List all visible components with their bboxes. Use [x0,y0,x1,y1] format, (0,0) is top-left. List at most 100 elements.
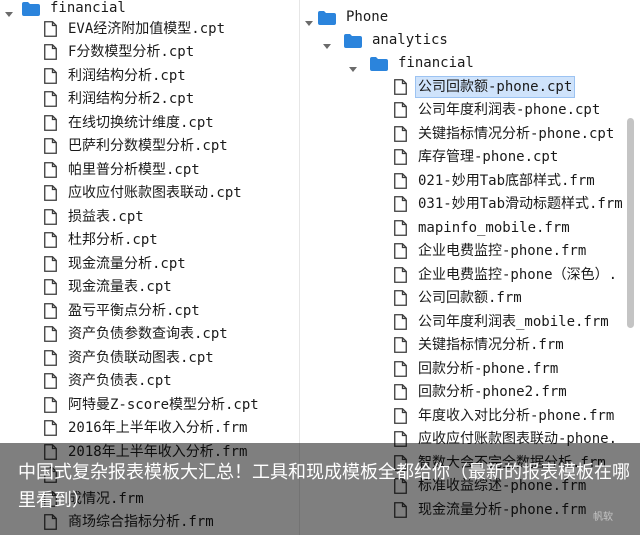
file-label: 021-妙用Tab底部样式.frm [418,172,595,189]
file-label: 阿特曼Z-score模型分析.cpt [68,396,259,413]
tree-file-item[interactable]: 企业电费监控-phone（深色）. [300,263,619,286]
file-icon [44,91,57,107]
file-label: 利润结构分析2.cpt [68,91,195,107]
file-label: 公司年度利润表-phone.cpt [418,102,601,118]
folder-icon [318,10,336,25]
file-icon [394,78,407,95]
file-label: 应收应付账款图表联动.cpt [68,185,242,201]
file-label: 关键指标情况分析-phone.cpt [418,125,615,142]
file-icon [394,243,407,259]
file-label: 库存管理-phone.cpt [418,149,559,165]
tree-file-item[interactable]: 031-妙用Tab滑动标题样式.frm [300,193,625,216]
file-icon [394,384,407,400]
chevron-down-icon[interactable] [304,13,314,26]
tree-file-item[interactable]: 关键指标情况分析.frm [300,334,566,357]
file-label: 资产负债参数查询表.cpt [68,326,228,342]
tree-file-item[interactable]: 企业电费监控-phone.frm [300,240,588,263]
tree-file-item[interactable]: 应收应付账款图表联动.cpt [0,182,244,205]
file-label: 公司回款额.frm [418,290,522,306]
tree-file-item[interactable]: 公司年度利润表-phone.cpt [300,99,602,122]
file-icon [394,337,407,353]
file-icon [394,313,407,330]
file-label: 盈亏平衡点分析.cpt [68,302,200,319]
file-icon [44,232,57,248]
caption-title: 中国式复杂报表模板大汇总！工具和现成模板全都给你（最新的报表模板在哪里看到） [18,462,630,511]
file-icon [394,219,407,236]
file-label: 现金流量表.cpt [68,279,172,295]
file-label: 回款分析-phone.frm [418,360,559,377]
file-icon [394,290,407,306]
tree-file-item[interactable]: 盈亏平衡点分析.cpt [0,299,202,322]
tree-folder-financial-right[interactable]: financial [300,51,476,74]
folder-label: Phone [346,8,389,25]
tree-file-item[interactable]: 公司回款额-phone.cpt [300,75,576,98]
folder-icon [22,1,40,16]
file-label: 在线切换统计维度.cpt [68,114,214,131]
file-label: F分数模型分析.cpt [68,44,195,60]
tree-file-item[interactable]: 资产负债表.cpt [0,370,174,393]
file-icon [44,138,57,154]
file-icon [44,373,57,389]
chevron-down-icon[interactable] [348,59,358,72]
file-label: 企业电费监控-phone.frm [418,243,587,259]
file-label: 回款分析-phone2.frm [418,384,567,400]
file-label: 利润结构分析.cpt [68,67,186,84]
tree-file-item[interactable]: 利润结构分析2.cpt [0,88,196,111]
tree-file-item[interactable]: 现金流量分析.cpt [0,252,188,275]
chevron-down-icon[interactable] [4,4,14,17]
folder-label: financial [398,54,474,71]
folder-icon [344,33,362,48]
tree-file-item[interactable]: 杜邦分析.cpt [0,229,160,252]
tree-file-item[interactable]: 2016年上半年收入分析.frm [0,417,249,440]
file-label: mapinfo_mobile.frm [418,219,570,236]
tree-file-item[interactable]: 损益表.cpt [0,205,146,228]
tree-file-item[interactable]: 阿特曼Z-score模型分析.cpt [0,393,261,416]
file-icon [44,185,57,201]
tree-file-item[interactable]: 现金流量表.cpt [0,276,174,299]
tree-file-item[interactable]: 年度收入对比分析-phone.frm [300,404,616,427]
file-label: 损益表.cpt [68,208,144,225]
tree-file-item[interactable]: 关键指标情况分析-phone.cpt [300,122,616,145]
file-icon [44,44,57,60]
tree-file-item[interactable]: F分数模型分析.cpt [0,41,196,64]
tree-folder-analytics[interactable]: analytics [300,28,450,51]
file-label: 杜邦分析.cpt [68,232,158,248]
folder-label: financial [50,0,126,16]
file-label: 企业电费监控-phone（深色）. [418,266,618,283]
chevron-down-icon[interactable] [322,36,332,49]
file-label: 公司回款额-phone.cpt [414,75,576,98]
tree-file-item[interactable]: 库存管理-phone.cpt [300,146,560,169]
tree-file-item[interactable]: mapinfo_mobile.frm [300,216,572,239]
file-label: 年度收入对比分析-phone.frm [418,407,615,424]
tree-file-item[interactable]: 回款分析-phone.frm [300,357,560,380]
file-icon [44,208,57,225]
file-icon [394,360,407,377]
watermark: 帆软 [593,512,613,523]
file-icon [394,407,407,424]
tree-file-item[interactable]: 帕里普分析模型.cpt [0,158,202,181]
tree-file-item[interactable]: 资产负债参数查询表.cpt [0,323,230,346]
file-label: 031-妙用Tab滑动标题样式.frm [418,196,623,212]
folder-icon [370,56,388,71]
file-icon [394,149,407,165]
file-label: 公司年度利润表_mobile.frm [418,313,609,330]
file-label: EVA经济附加值模型.cpt [68,20,226,37]
tree-file-item[interactable]: 021-妙用Tab底部样式.frm [300,169,597,192]
tree-file-item[interactable]: 资产负债联动图表.cpt [0,346,216,369]
file-icon [394,172,407,189]
file-label: 现金流量分析.cpt [68,255,186,272]
file-label: 资产负债表.cpt [68,373,172,389]
tree-file-item[interactable]: 在线切换统计维度.cpt [0,111,216,134]
tree-file-item[interactable]: 公司年度利润表_mobile.frm [300,310,611,333]
scrollbar-thumb[interactable] [627,118,634,328]
tree-file-item[interactable]: 回款分析-phone2.frm [300,381,569,404]
tree-file-item[interactable]: 利润结构分析.cpt [0,64,188,87]
tree-folder-phone[interactable]: Phone [300,5,390,28]
tree-file-item[interactable]: 巴萨利分数模型分析.cpt [0,135,230,158]
file-icon [394,266,407,283]
tree-file-item[interactable]: 公司回款额.frm [300,287,524,310]
file-icon [44,349,57,366]
file-icon [44,420,57,436]
file-label: 帕里普分析模型.cpt [68,161,200,178]
tree-file-item[interactable]: EVA经济附加值模型.cpt [0,17,227,40]
